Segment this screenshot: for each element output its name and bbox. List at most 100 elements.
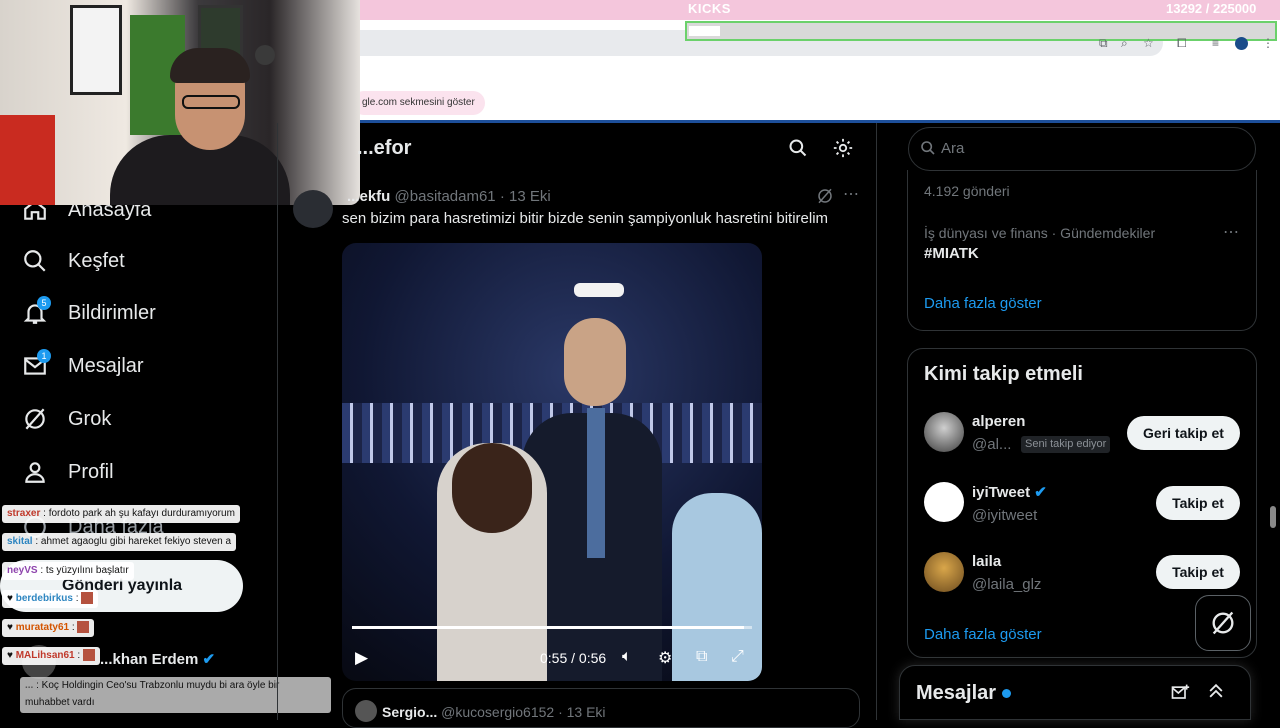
grok-icon[interactable] bbox=[816, 187, 834, 210]
follow-button[interactable]: Takip et bbox=[1156, 555, 1240, 589]
suggest-handle: @iyitweet bbox=[972, 507, 1038, 524]
nav-messages[interactable]: 1 Mesajlar bbox=[22, 346, 144, 386]
tweet-handle[interactable]: @basitadam61 bbox=[395, 188, 496, 205]
scrollbar-thumb[interactable] bbox=[1270, 506, 1276, 528]
emote-icon bbox=[82, 649, 95, 662]
follow-back-button[interactable]: Geri takip et bbox=[1127, 416, 1240, 450]
nav-notifications[interactable]: 5 Bildirimler bbox=[22, 293, 156, 333]
quoted-handle: @kucosergio6152 bbox=[441, 704, 555, 720]
kicks-goal: / 225000 bbox=[1205, 1, 1257, 16]
avatar[interactable] bbox=[924, 552, 964, 592]
chat-text: : bbox=[77, 650, 81, 661]
video-seek-fill bbox=[352, 626, 744, 629]
trend-post-count: 4.192 gönderi bbox=[924, 183, 1010, 199]
account-name[interactable]: ...khan Erdem ✔ bbox=[100, 650, 215, 668]
new-message-icon[interactable] bbox=[1170, 683, 1190, 708]
nav-grok-label: Grok bbox=[68, 407, 112, 430]
suggest-name[interactable]: iyiTweet ✔ bbox=[972, 483, 1047, 501]
volume-icon[interactable]: 🔈︎ bbox=[622, 648, 642, 668]
suggest-name[interactable]: laila bbox=[972, 553, 1001, 570]
chat-message: neyVS : ts yüzyılını başlatır bbox=[2, 562, 134, 580]
tweet-header: ...ekfu @basitadam61 · 13 Eki bbox=[347, 188, 551, 205]
who-to-follow-title: Kimi takip etmeli bbox=[924, 363, 1083, 385]
chat-text: : bbox=[71, 622, 75, 633]
tweet-text: sen bizim para hasretimizi bitir bizde s… bbox=[342, 210, 829, 227]
messages-drawer-title: Mesajlar bbox=[916, 682, 1011, 705]
fullscreen-icon[interactable]: ⤢ bbox=[731, 648, 751, 668]
suggest-name[interactable]: alperen bbox=[972, 413, 1025, 430]
person-icon bbox=[25, 462, 45, 483]
trends-show-more[interactable]: Daha fazla göster bbox=[924, 295, 1042, 312]
tweet-avatar[interactable] bbox=[293, 190, 333, 228]
nav-profile-label: Profil bbox=[68, 460, 114, 483]
video-time: 0:55 / 0:56 bbox=[540, 650, 607, 666]
chat-user: skital bbox=[7, 536, 33, 547]
trend-more-icon[interactable]: ⋯ bbox=[1223, 222, 1239, 242]
video-seek-bar[interactable] bbox=[352, 626, 752, 629]
pip-icon[interactable]: ⧉ bbox=[696, 648, 716, 668]
play-icon[interactable]: ▶ bbox=[355, 648, 375, 668]
quoted-author: Sergio... bbox=[382, 704, 438, 720]
google-tab-chip[interactable]: gle.com sekmesini göster bbox=[352, 91, 485, 115]
search-icon[interactable] bbox=[788, 138, 808, 163]
more-options-icon[interactable]: ⋯ bbox=[843, 184, 859, 204]
chat-text: : ts yüzyılını başlatır bbox=[40, 565, 129, 576]
messages-badge: 1 bbox=[37, 349, 51, 363]
trend-name[interactable]: #MIATK bbox=[924, 245, 979, 262]
kicks-label: KICKS bbox=[688, 1, 731, 16]
nav-explore[interactable]: Keşfet bbox=[22, 241, 125, 281]
grok-icon bbox=[25, 408, 45, 430]
zoom-icon[interactable]: ⌕ bbox=[1121, 36, 1128, 51]
suggest-handle: @laila_glz bbox=[972, 576, 1042, 593]
chat-text: : bbox=[75, 593, 79, 604]
extensions-icon[interactable]: ⧠ bbox=[1177, 36, 1187, 51]
cast-icon[interactable]: ⧉ bbox=[1099, 36, 1108, 51]
chat-text: : Koç Holdingin Ceo'su Trabzonlu muydu b… bbox=[25, 680, 280, 708]
chat-user: MALihsan61 bbox=[15, 650, 75, 661]
suggest-name-text: iyiTweet bbox=[972, 484, 1031, 501]
search-icon bbox=[920, 140, 936, 161]
avatar[interactable] bbox=[924, 412, 964, 452]
nav-notifications-label: Bildirimler bbox=[68, 301, 156, 324]
chat-message: ♥ MALihsan61 : bbox=[2, 647, 100, 665]
chat-user: straxer bbox=[7, 508, 41, 519]
kicks-progress-fill bbox=[689, 26, 721, 36]
kicks-goal-text: 13292 / 225000 bbox=[1166, 1, 1256, 16]
quoted-tweet-header: Sergio... @kucosergio6152 · 13 Eki bbox=[382, 704, 606, 720]
chat-user: murataty61 bbox=[15, 622, 70, 633]
follow-button[interactable]: Takip et bbox=[1156, 486, 1240, 520]
tweet-author[interactable]: ...ekfu bbox=[347, 188, 390, 205]
media-icon[interactable]: ≡ bbox=[1212, 36, 1219, 50]
chat-user: neyVS bbox=[7, 565, 38, 576]
who-show-more[interactable]: Daha fazla göster bbox=[924, 626, 1042, 643]
messages-title-text: Mesajlar bbox=[916, 682, 997, 704]
trend-category: İş dünyası ve finans · Gündemdekiler bbox=[924, 225, 1156, 241]
chat-message: straxer : fordoto park ah şu kafayı durd… bbox=[2, 505, 240, 523]
nav-explore-label: Keşfet bbox=[68, 249, 125, 272]
search-input[interactable]: Ara bbox=[908, 127, 1256, 171]
grok-floating-button[interactable] bbox=[1195, 595, 1251, 651]
emote-icon bbox=[77, 621, 90, 634]
menu-kebab-icon[interactable]: ⋮ bbox=[1262, 36, 1274, 50]
kicks-count: 13292 bbox=[1166, 1, 1203, 16]
nav-profile[interactable]: Profil bbox=[22, 452, 114, 492]
kicks-progress-bar bbox=[685, 21, 1277, 41]
account-name-text: ...khan Erdem bbox=[100, 651, 199, 668]
verified-icon: ✔ bbox=[1034, 484, 1047, 501]
tweet-date[interactable]: · 13 Eki bbox=[500, 188, 551, 205]
video-player[interactable] bbox=[342, 243, 762, 681]
nav-grok[interactable]: Grok bbox=[22, 399, 111, 439]
gear-icon[interactable] bbox=[832, 137, 854, 164]
profile-avatar[interactable] bbox=[1235, 37, 1248, 50]
star-icon[interactable]: ☆ bbox=[1143, 36, 1154, 50]
chat-text: : ahmet agaoglu gibi hareket fekiyo stev… bbox=[35, 536, 232, 547]
nav-messages-label: Mesajlar bbox=[68, 354, 144, 377]
settings-icon[interactable]: ⚙︎ bbox=[658, 648, 678, 668]
quoted-avatar bbox=[355, 700, 377, 722]
chat-user: ... bbox=[25, 680, 34, 691]
notifications-badge: 5 bbox=[37, 296, 51, 310]
suggest-handle: @al... bbox=[972, 436, 1012, 453]
chevron-up-icon[interactable] bbox=[1206, 681, 1226, 706]
avatar[interactable] bbox=[924, 482, 964, 522]
chat-message: ♥ murataty61 : bbox=[2, 619, 95, 637]
